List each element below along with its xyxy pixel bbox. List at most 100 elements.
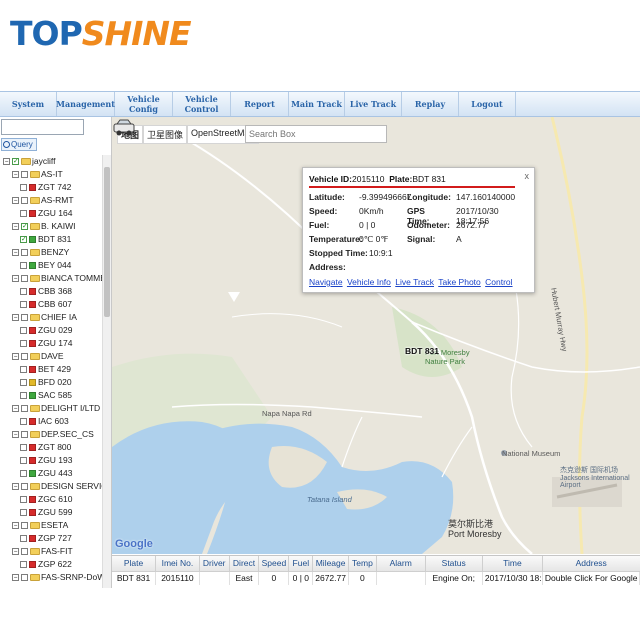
expand-toggle-icon[interactable]: − [12, 405, 19, 412]
tree-vehicle-item[interactable]: ✓ BDT 831 [0, 233, 102, 246]
col-alarm[interactable]: Alarm [376, 556, 426, 572]
tree-scrollbar-thumb[interactable] [104, 167, 110, 317]
nav-management[interactable]: Management [56, 92, 115, 116]
tree-checkbox[interactable] [21, 275, 28, 282]
expand-toggle-icon[interactable]: − [12, 431, 19, 438]
expand-toggle-icon[interactable]: − [12, 249, 19, 256]
tree-group-item[interactable]: − CHIEF IA [0, 311, 102, 324]
tree-vehicle-item[interactable]: SAC 585 [0, 389, 102, 402]
tree-group-item[interactable]: − ESETA [0, 519, 102, 532]
col-speed[interactable]: Speed [258, 556, 290, 572]
tree-checkbox[interactable]: ✓ [20, 236, 27, 243]
map-search-input[interactable] [245, 125, 387, 143]
car-icon[interactable] [112, 117, 136, 137]
col-temp[interactable]: Temp [348, 556, 377, 572]
tree-checkbox[interactable] [20, 210, 27, 217]
tree-group-item[interactable]: − ✓ jaycliff [0, 155, 102, 168]
tree-checkbox[interactable] [20, 327, 27, 334]
col-status[interactable]: Status [425, 556, 483, 572]
nav-report[interactable]: Report [231, 92, 289, 116]
tree-vehicle-item[interactable]: BET 429 [0, 363, 102, 376]
navigate-link[interactable]: Navigate [309, 277, 343, 287]
nav-replay[interactable]: Replay [402, 92, 459, 116]
tree-checkbox[interactable] [20, 561, 27, 568]
nav-main-track[interactable]: Main Track [289, 92, 345, 116]
nav-live-track[interactable]: Live Track [345, 92, 402, 116]
tree-checkbox[interactable] [20, 340, 27, 347]
expand-toggle-icon[interactable]: − [12, 275, 19, 282]
tree-group-item[interactable]: − FAS-SRNP-DoW [0, 571, 102, 584]
tree-vehicle-item[interactable]: ZGT 800 [0, 441, 102, 454]
col-address[interactable]: Address [542, 556, 640, 572]
tree-group-item[interactable]: − DELIGHT I/LTD [0, 402, 102, 415]
tree-checkbox[interactable] [20, 470, 27, 477]
tree-checkbox[interactable] [21, 314, 28, 321]
tree-group-item[interactable]: − FAS-FIT [0, 545, 102, 558]
control-link[interactable]: Control [485, 277, 512, 287]
col-driver[interactable]: Driver [199, 556, 230, 572]
col-time[interactable]: Time [482, 556, 543, 572]
tree-checkbox[interactable]: ✓ [12, 158, 19, 165]
live-track-link[interactable]: Live Track [395, 277, 434, 287]
tree-checkbox[interactable] [21, 405, 28, 412]
tree-vehicle-item[interactable]: ZGU 599 [0, 506, 102, 519]
map-view[interactable]: 地图 卫星图像 OpenStreetMap Port Moresby Natur… [112, 117, 640, 554]
cell-address[interactable]: Double Click For Google Addre [542, 571, 640, 585]
tree-group-item[interactable]: − DAVE [0, 350, 102, 363]
tree-checkbox[interactable] [21, 431, 28, 438]
col-mileage[interactable]: Mileage [312, 556, 349, 572]
expand-toggle-icon[interactable]: − [12, 574, 19, 581]
tree-vehicle-item[interactable]: ZGU 443 [0, 467, 102, 480]
vehicle-search-input[interactable] [1, 119, 84, 135]
expand-toggle-icon[interactable]: − [12, 314, 19, 321]
tree-group-item[interactable]: − AS-IT [0, 168, 102, 181]
nav-vehicle-control[interactable]: Vehicle Control [173, 92, 231, 116]
expand-toggle-icon[interactable]: − [12, 197, 19, 204]
expand-toggle-icon[interactable]: − [12, 223, 19, 230]
col-plate[interactable]: Plate [112, 556, 157, 572]
tree-vehicle-item[interactable]: CBB 607 [0, 298, 102, 311]
tree-checkbox[interactable] [21, 574, 28, 581]
tree-scrollbar[interactable] [102, 155, 111, 588]
col-direct[interactable]: Direct [229, 556, 260, 572]
expand-toggle-icon[interactable]: − [12, 171, 19, 178]
popup-close-button[interactable]: x [525, 171, 530, 181]
tree-vehicle-item[interactable]: BFD 020 [0, 376, 102, 389]
tree-checkbox[interactable] [20, 535, 27, 542]
tree-checkbox[interactable] [21, 249, 28, 256]
tree-checkbox[interactable] [20, 496, 27, 503]
tree-checkbox[interactable] [20, 288, 27, 295]
map-type-satellite[interactable]: 卫星图像 [143, 125, 188, 144]
vehicle-info-link[interactable]: Vehicle Info [347, 277, 391, 287]
tree-vehicle-item[interactable]: CBB 368 [0, 285, 102, 298]
query-button[interactable]: Query [1, 138, 37, 151]
expand-toggle-icon[interactable]: − [12, 483, 19, 490]
expand-toggle-icon[interactable]: − [3, 158, 10, 165]
tree-group-item[interactable]: − BENZY [0, 246, 102, 259]
tree-vehicle-item[interactable]: BEY 044 [0, 259, 102, 272]
tree-checkbox[interactable] [21, 197, 28, 204]
tree-checkbox[interactable] [20, 392, 27, 399]
tree-checkbox[interactable] [20, 379, 27, 386]
tree-checkbox[interactable] [20, 184, 27, 191]
nav-system[interactable]: System [0, 92, 57, 116]
expand-toggle-icon[interactable]: − [12, 353, 19, 360]
tree-vehicle-item[interactable]: ZGU 193 [0, 454, 102, 467]
tree-checkbox[interactable] [21, 522, 28, 529]
tree-vehicle-item[interactable]: ZGT 742 [0, 181, 102, 194]
tree-checkbox[interactable] [21, 548, 28, 555]
nav-vehicle-config[interactable]: Vehicle Config [115, 92, 173, 116]
tree-checkbox[interactable]: ✓ [21, 223, 28, 230]
tree-checkbox[interactable] [20, 444, 27, 451]
tree-vehicle-item[interactable]: ZGP 622 [0, 558, 102, 571]
tree-checkbox[interactable] [20, 509, 27, 516]
nav-logout[interactable]: Logout [459, 92, 516, 116]
tree-checkbox[interactable] [21, 483, 28, 490]
tree-checkbox[interactable] [20, 457, 27, 464]
tree-checkbox[interactable] [20, 301, 27, 308]
expand-toggle-icon[interactable]: − [12, 548, 19, 555]
col-imei[interactable]: Imei No. [155, 556, 200, 572]
take-photo-link[interactable]: Take Photo [438, 277, 481, 287]
tree-group-item[interactable]: − DESIGN SERVICE [0, 480, 102, 493]
tree-checkbox[interactable] [20, 262, 27, 269]
